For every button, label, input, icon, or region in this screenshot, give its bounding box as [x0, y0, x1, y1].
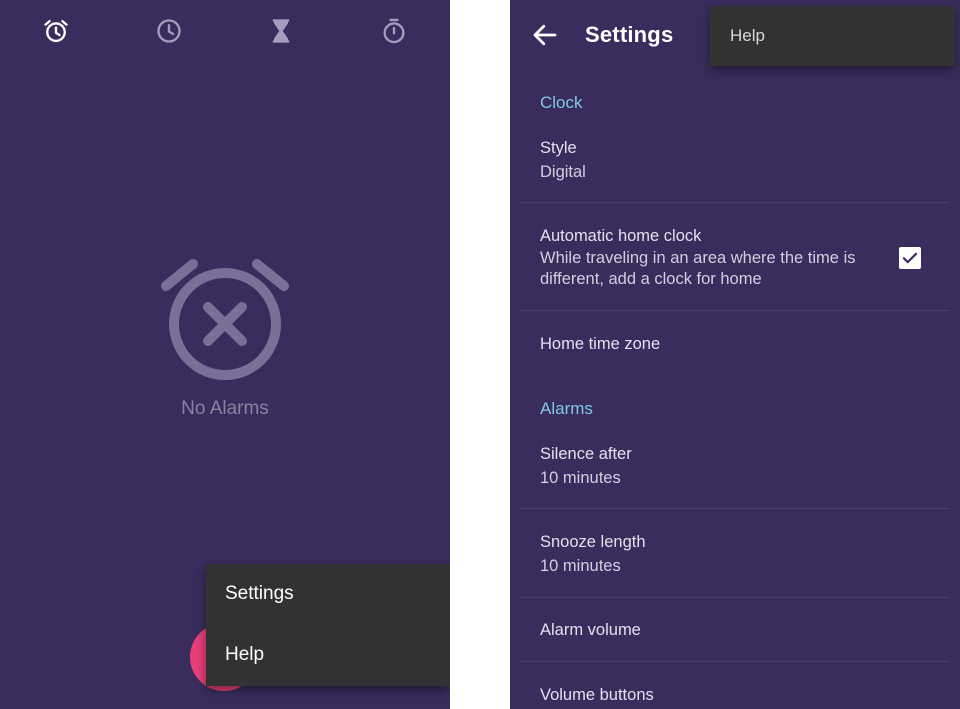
pref-title: Silence after [540, 445, 632, 463]
pref-title: Automatic home clock [540, 227, 702, 245]
pref-title: Volume buttons [540, 686, 654, 704]
page-title: Settings [585, 22, 674, 47]
pref-title: Home time zone [540, 335, 661, 353]
divider [520, 661, 950, 662]
section-header-clock: Clock [540, 93, 583, 112]
pref-silence-after[interactable]: Silence after 10 minutes [540, 442, 632, 490]
menu-item-help[interactable]: Help [710, 6, 955, 66]
check-icon [902, 252, 918, 264]
tab-timer[interactable] [266, 16, 296, 46]
divider [520, 597, 950, 598]
divider [520, 310, 950, 311]
pref-snooze-length[interactable]: Snooze length 10 minutes [540, 530, 646, 578]
tab-clock[interactable] [154, 16, 184, 46]
tab-alarm[interactable] [41, 16, 71, 46]
alarm-off-icon [161, 259, 289, 380]
alarm-icon [44, 19, 68, 43]
pref-style[interactable]: Style Digital [540, 136, 586, 184]
clock-icon [157, 19, 181, 43]
pref-title: Style [540, 139, 577, 157]
pref-summary: Digital [540, 163, 586, 181]
tab-stopwatch[interactable] [379, 16, 409, 46]
no-alarms-label: No Alarms [181, 398, 269, 419]
divider [520, 202, 950, 203]
pref-title: Alarm volume [540, 621, 641, 639]
pref-summary: While traveling in an area where the tim… [540, 249, 856, 288]
arrow-back-icon[interactable] [530, 20, 560, 50]
pref-home-time-zone[interactable]: Home time zone [540, 332, 660, 356]
overflow-menu: Settings Help [206, 564, 450, 686]
pref-summary: 10 minutes [540, 469, 621, 487]
settings-screen: Settings Help Clock Style Digital Automa… [510, 0, 960, 709]
pref-alarm-volume[interactable]: Alarm volume [540, 618, 641, 642]
menu-item-help[interactable]: Help [206, 625, 450, 685]
pref-volume-buttons[interactable]: Volume buttons [540, 683, 654, 707]
pref-title: Snooze length [540, 533, 646, 551]
pref-automatic-home-clock[interactable]: Automatic home clock While traveling in … [540, 224, 880, 290]
section-header-alarms: Alarms [540, 399, 593, 418]
overflow-menu: Help [710, 6, 955, 66]
stopwatch-icon [383, 18, 405, 44]
menu-item-settings[interactable]: Settings [206, 564, 450, 624]
pref-summary: 10 minutes [540, 557, 621, 575]
timer-icon [272, 19, 290, 43]
alarm-screen: No Alarms Settings Help [0, 0, 450, 709]
automatic-home-clock-checkbox[interactable] [899, 247, 921, 269]
divider [520, 508, 950, 509]
